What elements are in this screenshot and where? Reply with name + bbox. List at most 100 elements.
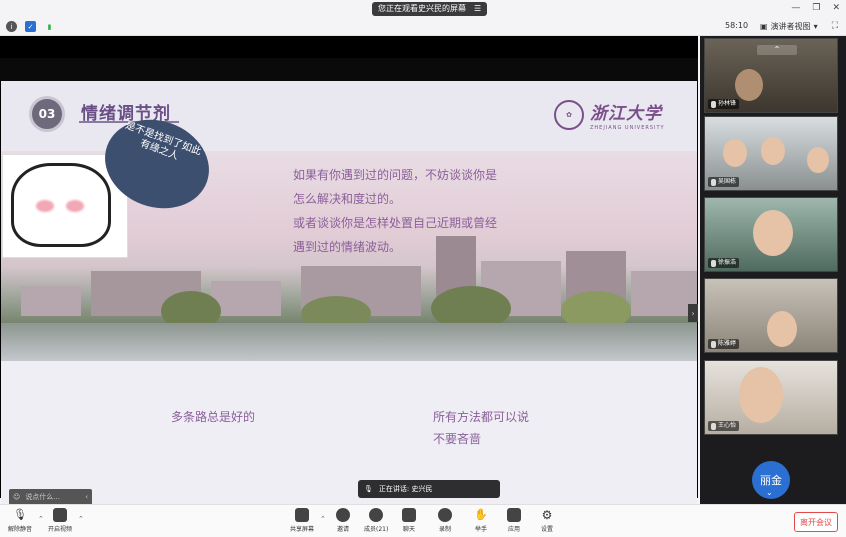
share-screen-button[interactable]: 共享屏幕 [290, 508, 314, 533]
chat-button[interactable]: 聊天 [402, 508, 416, 533]
mute-label: 解除静音 [8, 526, 33, 533]
speaker-mic-icon: 🎙 [364, 485, 373, 493]
slide: 03 情绪调节剂 ✿ 浙江大学 ZHEJIANG UNIVERSITY 如果有你… [1, 81, 697, 507]
slide-text-line: 所有方法都可以说 [433, 410, 530, 424]
video-tile[interactable]: 徐振浩 [704, 197, 838, 272]
logo-chinese: 浙江大学 [590, 104, 662, 124]
video-tile[interactable]: 王心怡 [704, 360, 838, 435]
invite-button[interactable]: 邀请 [336, 508, 350, 533]
record-label: 录制 [438, 526, 451, 533]
menu-icon[interactable]: ☰ [474, 2, 481, 16]
signal-icon[interactable]: ▮ [44, 21, 55, 32]
slide-number: 03 [29, 96, 65, 132]
leave-meeting-button[interactable]: 离开会议 [794, 512, 838, 532]
video-column: ⌃ 孙林锋 吴国栋 徐振浩 陈雅婷 王心怡 [700, 36, 846, 504]
mic-icon [711, 178, 716, 186]
participant-name-tag: 徐振浩 [708, 258, 740, 268]
participant-name: 王心怡 [718, 422, 737, 429]
chevron-left-icon[interactable]: ‹ [85, 493, 88, 501]
chat-input[interactable]: ☺ 说点什么... ‹ [9, 489, 92, 505]
raise-hand-label: 举手 [474, 526, 487, 533]
slide-main-text: 如果有你遇到过的问题，不妨谈谈你是 怎么解决和度过的。 或者谈谈你是怎样处置自己… [293, 163, 553, 259]
slide-text-line: 如果有你遇到过的问题，不妨谈谈你是 [293, 168, 498, 182]
info-icon[interactable]: i [6, 21, 17, 32]
emoji-icon[interactable]: ☺ [13, 493, 20, 501]
members-label: 成员(21) [364, 526, 389, 533]
chevron-up-icon[interactable]: ⌃ [38, 515, 44, 523]
slide-text-line: 不要吝啬 [433, 432, 482, 446]
university-logo: ✿ 浙江大学 ZHEJIANG UNIVERSITY [554, 99, 665, 131]
apps-button[interactable]: 应用 [507, 508, 521, 533]
apps-icon [507, 508, 521, 522]
camera-off-icon [53, 508, 67, 522]
shared-screen: 03 情绪调节剂 ✿ 浙江大学 ZHEJIANG UNIVERSITY 如果有你… [0, 36, 698, 507]
mic-icon [711, 340, 716, 348]
meeting-timer: 58:10 [725, 21, 749, 30]
video-label: 开启视频 [48, 526, 73, 533]
chat-input-placeholder: 说点什么... [25, 493, 60, 501]
record-icon [438, 508, 452, 522]
video-tile[interactable]: 陈雅婷 [704, 278, 838, 353]
chevron-down-icon[interactable]: ⌄ [766, 488, 773, 497]
members-button[interactable]: 成员(21) [364, 508, 388, 533]
record-button[interactable]: 录制 [438, 508, 452, 533]
fullscreen-icon[interactable]: ⛶ [832, 21, 838, 31]
participant-name: 陈雅婷 [718, 340, 737, 347]
shield-icon[interactable]: ✓ [25, 21, 36, 32]
video-tile[interactable]: ⌃ 孙林锋 [704, 38, 838, 113]
share-banner[interactable]: 您正在观看史兴民的屏幕 ☰ [372, 2, 488, 16]
chevron-up-icon[interactable]: ⌃ [78, 515, 84, 523]
close-button[interactable]: ✕ [832, 3, 840, 13]
slide-text-line: 或者谈谈你是怎样处置自己近期或曾经 [293, 216, 498, 230]
participant-name-tag: 吴国栋 [708, 177, 740, 187]
share-banner-text: 您正在观看史兴民的屏幕 [378, 4, 466, 13]
slide-text-line: 遇到过的情绪波动。 [293, 240, 402, 254]
presenter-view-icon: ▣ [760, 22, 768, 31]
university-seal-icon: ✿ [554, 100, 584, 130]
speaking-indicator: 🎙 正在讲话: 史兴民 [358, 480, 500, 498]
mute-button[interactable]: 🎙 解除静音 [8, 508, 32, 533]
participant-name: 孙林锋 [718, 100, 737, 107]
chat-label: 聊天 [402, 526, 415, 533]
mic-muted-icon: 🎙 [13, 508, 27, 521]
participant-name-tag: 王心怡 [708, 421, 740, 431]
presenter-view-button[interactable]: ▣ 演讲者视图 ▾ [760, 21, 818, 32]
share-screen-icon [295, 508, 309, 522]
invite-icon [336, 508, 350, 522]
participant-name: 徐振浩 [718, 259, 737, 266]
slide-bottom-left-text: 多条路总是好的 [171, 410, 256, 424]
mic-icon [711, 259, 716, 267]
cat-illustration [11, 163, 111, 247]
share-label: 共享屏幕 [290, 526, 315, 533]
slide-bottom-right-text: 所有方法都可以说 不要吝啬 [433, 406, 529, 450]
chat-icon [402, 508, 416, 522]
restore-button[interactable]: ❐ [812, 3, 820, 13]
meeting-window: 您正在观看史兴民的屏幕 ☰ — ❐ ✕ i ✓ ▮ 58:10 ▣ 演讲者视图 … [0, 0, 846, 537]
participant-name-tag: 孙林锋 [708, 99, 740, 109]
chevron-right-icon[interactable]: › [688, 304, 698, 322]
video-tile[interactable]: 吴国栋 [704, 116, 838, 191]
slide-text-line: 怎么解决和度过的。 [293, 192, 402, 206]
settings-label: 设置 [540, 526, 553, 533]
raise-hand-button[interactable]: ✋ 举手 [474, 508, 488, 533]
chevron-up-icon[interactable]: ⌃ [320, 515, 326, 523]
mic-icon [711, 422, 716, 430]
members-icon [369, 508, 384, 522]
invite-label: 邀请 [336, 526, 349, 533]
participant-name: 吴国栋 [718, 178, 737, 185]
chevron-down-icon: ▾ [813, 22, 818, 31]
apps-label: 应用 [507, 526, 520, 533]
speaking-text: 正在讲话: 史兴民 [378, 485, 433, 493]
mic-icon [711, 100, 716, 108]
video-button[interactable]: 开启视频 [48, 508, 72, 533]
minimize-button[interactable]: — [791, 3, 800, 13]
meeting-toolbar: i ✓ ▮ 58:10 ▣ 演讲者视图 ▾ ⛶ [0, 18, 846, 36]
gear-icon: ⚙ [541, 508, 553, 522]
bottom-toolbar: 🎙 解除静音 ⌃ 开启视频 ⌃ 共享屏幕 ⌃ 邀请 成员(21) 聊天 录制 ✋… [0, 504, 846, 537]
title-bar: 您正在观看史兴民的屏幕 ☰ — ❐ ✕ [0, 0, 846, 18]
settings-button[interactable]: ⚙ 设置 [540, 508, 554, 533]
hand-icon: ✋ [474, 508, 488, 521]
participant-name-tag: 陈雅婷 [708, 339, 740, 349]
chevron-up-icon[interactable]: ⌃ [757, 45, 797, 55]
logo-english: ZHEJIANG UNIVERSITY [590, 125, 665, 131]
